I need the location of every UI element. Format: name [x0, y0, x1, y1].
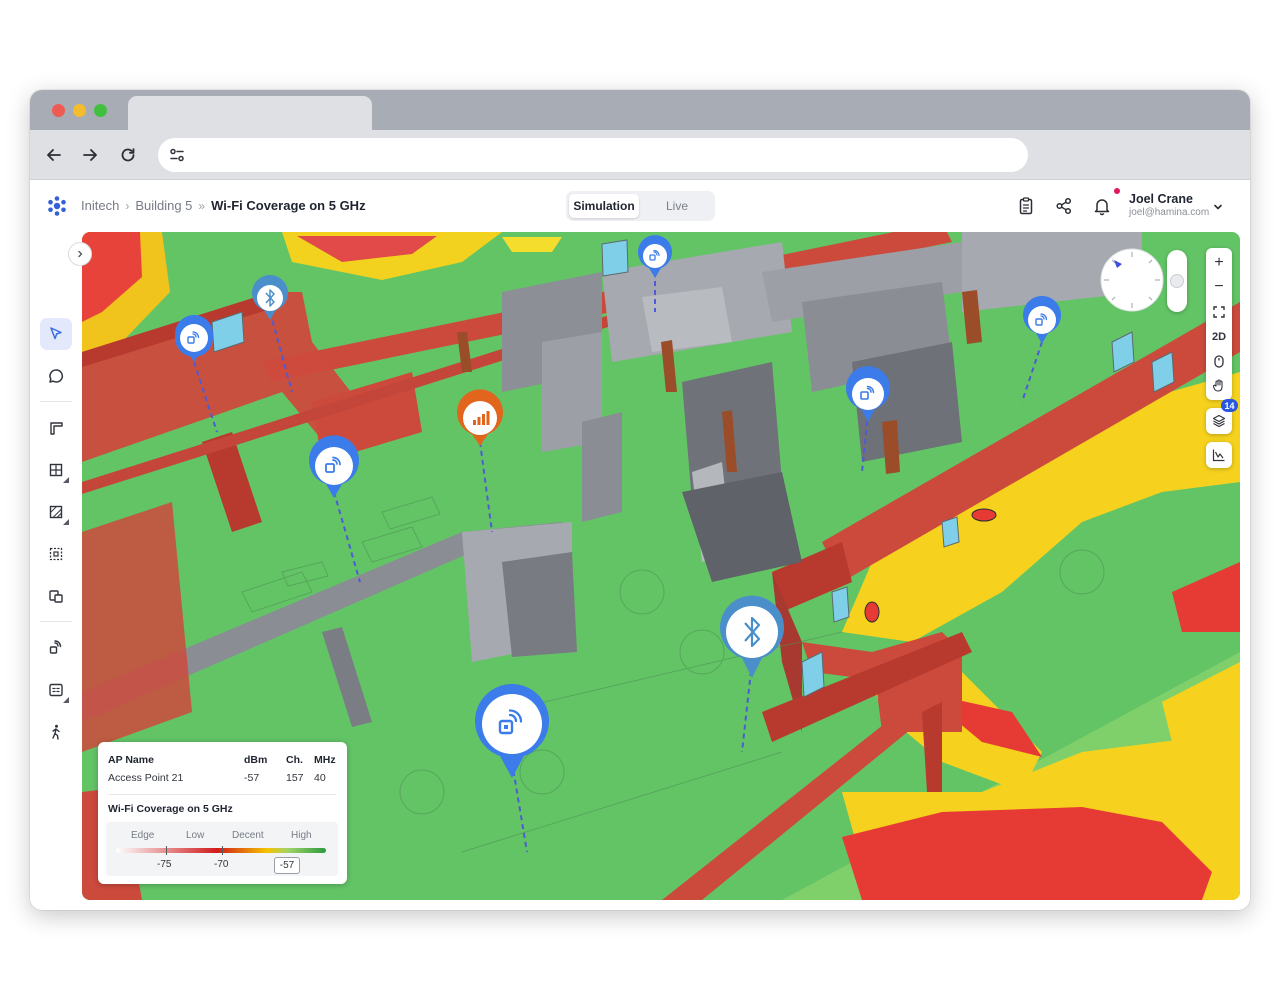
- measurement-tool[interactable]: [40, 674, 72, 706]
- copy-floor-icon: [49, 590, 63, 603]
- legend-tick: [222, 846, 223, 855]
- fit-to-screen-icon[interactable]: [1206, 300, 1232, 324]
- access-point-tool[interactable]: [40, 632, 72, 664]
- legend-color-scale: [116, 848, 326, 853]
- wifi-access-point-icon: [49, 640, 62, 654]
- browser-toolbar: [30, 130, 1250, 180]
- tool-divider: [40, 401, 72, 402]
- breadcrumb-separator: »: [198, 198, 206, 213]
- minimize-window-button[interactable]: [73, 104, 86, 117]
- channel-header: Ch.: [286, 754, 303, 766]
- map-controls: + − 2D: [1206, 248, 1232, 400]
- chevron-right-icon: [78, 250, 83, 258]
- share-icon[interactable]: [1054, 196, 1074, 216]
- user-email: joel@hamina.com: [1129, 207, 1210, 218]
- tilt-slider[interactable]: [1167, 250, 1187, 312]
- ap-name-header: AP Name: [108, 754, 154, 766]
- wall-icon: [50, 422, 63, 435]
- user-menu[interactable]: Joel Crane joel@hamina.com: [1129, 192, 1209, 218]
- maximize-window-button[interactable]: [94, 104, 107, 117]
- ap-info-card: AP Name dBm Ch. MHz Access Point 21 -57 …: [98, 742, 347, 884]
- comment-tool[interactable]: [40, 360, 72, 392]
- legend-label-low: Low: [186, 830, 205, 841]
- hatch-area-tool[interactable]: [40, 496, 72, 528]
- breadcrumb-org[interactable]: Initech: [81, 198, 119, 213]
- close-window-button[interactable]: [52, 104, 65, 117]
- submenu-corner-icon: [63, 697, 69, 703]
- expand-sidebar-button[interactable]: [68, 242, 92, 266]
- cursor-arrow-icon: [50, 327, 62, 340]
- layers-button[interactable]: 14: [1206, 399, 1238, 434]
- breadcrumb-building[interactable]: Building 5: [135, 198, 192, 213]
- mouse-mode-icon[interactable]: [1206, 349, 1232, 373]
- select-tool[interactable]: [40, 318, 72, 350]
- channel-value: 157: [286, 772, 304, 784]
- legend-tick: [166, 846, 167, 855]
- browser-tab[interactable]: [128, 96, 372, 130]
- mode-toggle: Simulation Live: [566, 191, 715, 221]
- walking-person-icon: [52, 724, 60, 740]
- mhz-header: MHz: [314, 754, 336, 766]
- dbm-header: dBm: [244, 754, 268, 766]
- wall-tool[interactable]: [40, 412, 72, 444]
- hamina-logo-icon[interactable]: [46, 195, 68, 217]
- area-tool[interactable]: [40, 454, 72, 486]
- forward-arrow-icon[interactable]: [78, 143, 102, 167]
- walk-survey-tool[interactable]: [40, 716, 72, 748]
- breadcrumb-current-page[interactable]: Wi-Fi Coverage on 5 GHz: [211, 198, 365, 213]
- breadcrumb-separator: ›: [125, 198, 130, 213]
- submenu-corner-icon: [63, 477, 69, 483]
- legend-label-decent: Decent: [232, 830, 264, 841]
- legend-threshold-value: -70: [214, 859, 229, 870]
- dashed-region-icon: [49, 547, 63, 561]
- app-header: Initech › Building 5 » Wi-Fi Coverage on…: [30, 181, 1250, 231]
- simulation-tab[interactable]: Simulation: [569, 194, 639, 218]
- tilt-slider-thumb[interactable]: [1170, 274, 1184, 288]
- legend-threshold-value: -75: [157, 859, 172, 870]
- chevron-down-icon[interactable]: [1212, 200, 1224, 212]
- notification-unread-dot: [1114, 188, 1120, 194]
- signal-graph-icon: [1212, 449, 1225, 462]
- notifications-bell-icon[interactable]: [1092, 196, 1112, 216]
- dbm-value: -57: [244, 772, 260, 784]
- legend-label-edge: Edge: [131, 830, 155, 841]
- address-bar[interactable]: [158, 138, 1028, 172]
- back-arrow-icon[interactable]: [42, 143, 66, 167]
- legend-title: Wi-Fi Coverage on 5 GHz: [108, 803, 233, 815]
- view-2d-button[interactable]: 2D: [1206, 325, 1232, 349]
- compass[interactable]: [1100, 248, 1164, 312]
- copy-tool[interactable]: [40, 580, 72, 612]
- ap-name-value: Access Point 21: [108, 772, 184, 784]
- user-name: Joel Crane: [1129, 192, 1193, 206]
- layers-count-badge: 14: [1221, 399, 1238, 412]
- zoom-in-button[interactable]: +: [1206, 251, 1232, 275]
- layers-icon: [1212, 414, 1226, 428]
- site-settings-icon[interactable]: [168, 146, 186, 164]
- legend-current-value: -57: [274, 857, 300, 874]
- report-clipboard-icon[interactable]: [1016, 196, 1036, 216]
- card-divider: [108, 794, 336, 795]
- browser-window: Initech › Building 5 » Wi-Fi Coverage on…: [30, 90, 1250, 910]
- pan-hand-icon[interactable]: [1206, 373, 1232, 397]
- submenu-corner-icon: [63, 519, 69, 525]
- signal-graph-button[interactable]: [1206, 442, 1232, 468]
- breadcrumb: Initech › Building 5 » Wi-Fi Coverage on…: [81, 198, 366, 213]
- region-tool[interactable]: [40, 538, 72, 570]
- legend-label-high: High: [291, 830, 312, 841]
- mhz-value: 40: [314, 772, 326, 784]
- chat-bubble-icon: [49, 369, 64, 383]
- live-tab[interactable]: Live: [642, 194, 712, 218]
- zoom-out-button[interactable]: −: [1206, 275, 1232, 299]
- browser-titlebar: [30, 90, 1250, 130]
- reload-icon[interactable]: [116, 143, 140, 167]
- tool-divider: [40, 621, 72, 622]
- map-viewport[interactable]: + − 2D 14 AP Name dBm Ch. MHz Access Poi…: [82, 232, 1240, 900]
